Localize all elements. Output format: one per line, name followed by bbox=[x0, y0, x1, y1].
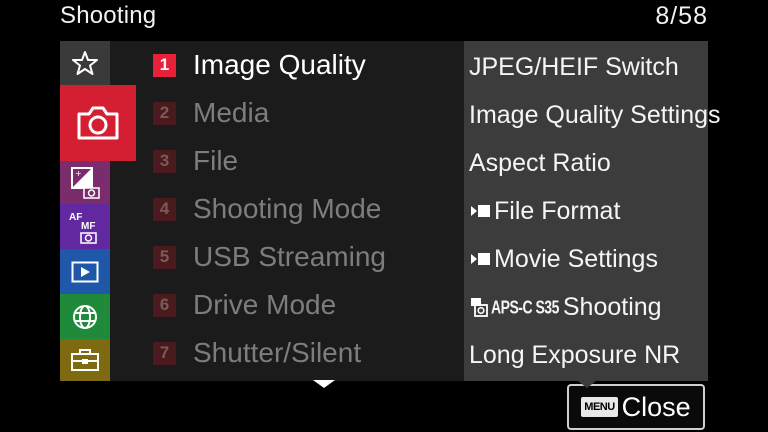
setting-label: File Format bbox=[494, 196, 621, 225]
setting-image-quality-settings[interactable]: Image Quality Settings bbox=[469, 91, 721, 139]
movie-icon bbox=[471, 253, 490, 265]
menu-item-number: 7 bbox=[153, 341, 176, 365]
menu-item-label: Shooting Mode bbox=[193, 193, 382, 224]
menu-key-icon: MENU bbox=[581, 397, 618, 417]
setting-label: Long Exposure NR bbox=[469, 340, 681, 369]
tab-playback[interactable] bbox=[60, 249, 110, 294]
page-indicator: 8/58 bbox=[655, 2, 708, 30]
category-sidebar: + AF MF bbox=[60, 41, 136, 381]
tab-network[interactable] bbox=[60, 294, 110, 339]
tab-exposure-color[interactable]: + bbox=[60, 161, 110, 204]
setting-file-format[interactable]: File Format bbox=[469, 187, 620, 235]
exposure-camera-icon: + bbox=[71, 166, 100, 199]
setting-label: Shooting bbox=[562, 292, 662, 321]
menu-item-number: 2 bbox=[153, 101, 176, 125]
setting-jpeg-heif-switch[interactable]: JPEG/HEIF Switch bbox=[469, 43, 679, 91]
setting-label: JPEG/HEIF Switch bbox=[469, 52, 679, 81]
menu-item-label: Media bbox=[193, 97, 270, 128]
setting-movie-settings[interactable]: Movie Settings bbox=[469, 235, 658, 283]
settings-list: JPEG/HEIF Switch Image Quality Settings … bbox=[464, 41, 721, 381]
menu-item-label: Shutter/Silent bbox=[193, 337, 362, 368]
setting-apsc-s35-shooting[interactable]: APS-C S35 Shooting bbox=[469, 283, 662, 331]
menu-item-number: 3 bbox=[153, 149, 176, 173]
tab-focus[interactable]: AF MF bbox=[60, 204, 110, 249]
tab-shooting[interactable] bbox=[60, 85, 136, 161]
menu-item-file[interactable]: 3 File bbox=[110, 137, 464, 185]
play-icon bbox=[71, 261, 99, 282]
svg-text:+: + bbox=[75, 169, 82, 178]
close-label: Close bbox=[621, 391, 691, 422]
submenu-list: 1 Image Quality 2 Media 3 File 4 Shootin… bbox=[110, 41, 464, 381]
setting-long-exposure-nr[interactable]: Long Exposure NR bbox=[469, 331, 680, 379]
tab-setup[interactable] bbox=[60, 339, 110, 381]
movie-icon bbox=[471, 205, 490, 217]
apsc-s35-label: APS-C S35 bbox=[491, 296, 559, 318]
menu-item-shutter-silent[interactable]: 7 Shutter/Silent bbox=[110, 329, 464, 377]
apsc-camera-icon bbox=[471, 298, 488, 317]
af-mf-icon: AF MF bbox=[69, 212, 97, 244]
menu-item-usb-streaming[interactable]: 5 USB Streaming bbox=[110, 233, 464, 281]
menu-item-number: 1 bbox=[153, 53, 176, 77]
header-title: Shooting bbox=[60, 2, 157, 29]
menu-item-image-quality[interactable]: 1 Image Quality bbox=[110, 41, 464, 89]
menu-item-number: 5 bbox=[153, 245, 176, 269]
tab-my-menu[interactable] bbox=[60, 41, 110, 85]
setting-label: Image Quality Settings bbox=[469, 100, 721, 129]
scroll-down-arrow-icon[interactable] bbox=[313, 380, 335, 388]
camera-icon bbox=[77, 106, 119, 140]
pointer-notch-icon bbox=[578, 381, 596, 388]
globe-icon bbox=[73, 304, 97, 329]
menu-item-label: Drive Mode bbox=[193, 289, 337, 320]
svg-text:MF: MF bbox=[81, 221, 95, 232]
menu-item-label: USB Streaming bbox=[193, 241, 386, 272]
setting-label: Aspect Ratio bbox=[469, 148, 611, 177]
star-icon bbox=[72, 51, 98, 75]
menu-item-media[interactable]: 2 Media bbox=[110, 89, 464, 137]
menu-item-drive-mode[interactable]: 6 Drive Mode bbox=[110, 281, 464, 329]
menu-item-label: File bbox=[193, 145, 239, 176]
setting-label: Movie Settings bbox=[494, 244, 658, 273]
toolbox-icon bbox=[71, 349, 99, 371]
menu-item-shooting-mode[interactable]: 4 Shooting Mode bbox=[110, 185, 464, 233]
setting-aspect-ratio[interactable]: Aspect Ratio bbox=[469, 139, 611, 187]
menu-item-label: Image Quality bbox=[193, 49, 366, 80]
menu-item-number: 4 bbox=[153, 197, 176, 221]
menu-item-number: 6 bbox=[153, 293, 176, 317]
close-button[interactable]: MENU Close bbox=[567, 384, 705, 430]
